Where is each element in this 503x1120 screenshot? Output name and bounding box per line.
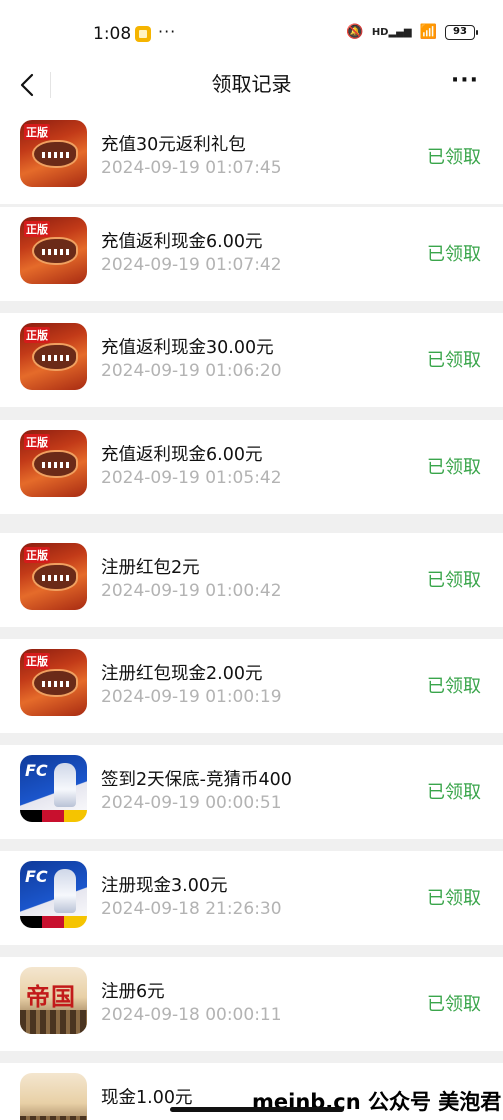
record-row[interactable]: 正版充值返利现金30.00元 2024-09-19 01:06:20 已领取	[0, 313, 503, 407]
record-title: 充值返利现金30.00元	[101, 338, 274, 358]
game-icon-label: 正版	[24, 124, 50, 140]
nav-bar: 领取记录 ···	[0, 60, 503, 110]
claimed-status: 已领取	[427, 147, 481, 168]
record-row[interactable]: FC 签到2天保底-竞猜币400 2024-09-19 00:00:51 已领取	[0, 745, 503, 839]
game-icon-label: FC	[25, 761, 48, 780]
record-timestamp: 2024-09-19 00:00:51	[101, 793, 282, 813]
notification-app-icon	[135, 26, 151, 42]
more-options-button[interactable]: ···	[451, 68, 479, 93]
record-title: 签到2天保底-竞猜币400	[101, 770, 292, 790]
page-title: 领取记录	[211, 72, 292, 96]
record-title: 现金1.00元	[101, 1088, 193, 1108]
status-time: 1:08	[93, 24, 132, 44]
empire-game-icon: 帝国	[20, 967, 87, 1034]
claimed-status: 已领取	[427, 457, 481, 478]
record-row[interactable]: 正版充值返利现金6.00元 2024-09-19 01:07:42 已领取	[0, 207, 503, 301]
claimed-status: 已领取	[427, 350, 481, 371]
record-row[interactable]: 正版注册红包2元 2024-09-19 01:00:42 已领取	[0, 533, 503, 627]
claimed-status: 已领取	[427, 994, 481, 1015]
claimed-status: 已领取	[427, 782, 481, 803]
warship-game-icon: 正版	[20, 543, 87, 610]
record-row[interactable]: 正版充值返利现金6.00元 2024-09-19 01:05:42 已领取	[0, 420, 503, 514]
claimed-status: 已领取	[427, 676, 481, 697]
record-timestamp: 2024-09-19 01:06:20	[101, 361, 282, 381]
record-row[interactable]: 正版充值30元返利礼包 2024-09-19 01:07:45 已领取	[0, 110, 503, 204]
status-bar: 1:08 ··· 🔕 HD▂▄▆ 📶 93	[0, 0, 503, 60]
fc-game-icon: FC	[20, 861, 87, 928]
game-icon-label: 正版	[24, 547, 50, 563]
record-timestamp: 2024-09-18 00:00:11	[101, 1005, 282, 1025]
record-title: 充值30元返利礼包	[101, 135, 246, 155]
record-timestamp: 2024-09-18 21:26:30	[101, 899, 282, 919]
signal-icon: HD▂▄▆	[371, 26, 412, 38]
game-icon-label: 正版	[24, 434, 50, 450]
mute-icon: 🔕	[346, 24, 364, 40]
record-timestamp: 2024-09-19 01:00:42	[101, 581, 282, 601]
claimed-status: 已领取	[427, 888, 481, 909]
game-icon-label: 正版	[24, 221, 50, 237]
game-icon-label: 帝国	[26, 983, 76, 1011]
record-title: 注册现金3.00元	[101, 876, 228, 896]
warship-game-icon: 正版	[20, 217, 87, 284]
warship-game-icon: 正版	[20, 323, 87, 390]
fc-game-icon: FC	[20, 755, 87, 822]
record-title: 注册6元	[101, 982, 165, 1002]
record-timestamp: 2024-09-19 01:07:45	[101, 158, 282, 178]
empire-game-icon	[20, 1073, 87, 1120]
warship-game-icon: 正版	[20, 430, 87, 497]
home-indicator	[170, 1107, 344, 1112]
claimed-status: 已领取	[427, 570, 481, 591]
record-timestamp: 2024-09-19 01:07:42	[101, 255, 282, 275]
wifi-icon: 📶	[419, 24, 437, 40]
record-row[interactable]: 正版注册红包现金2.00元 2024-09-19 01:00:19 已领取	[0, 639, 503, 733]
battery-icon: 93	[445, 24, 478, 40]
record-row[interactable]: 帝国 注册6元 2024-09-18 00:00:11 已领取	[0, 957, 503, 1051]
status-indicators: 🔕 HD▂▄▆ 📶 93	[346, 24, 478, 40]
record-title: 注册红包2元	[101, 558, 200, 578]
record-row[interactable]: FC 注册现金3.00元 2024-09-18 21:26:30 已领取	[0, 851, 503, 945]
record-title: 注册红包现金2.00元	[101, 664, 263, 684]
warship-game-icon: 正版	[20, 649, 87, 716]
record-timestamp: 2024-09-19 01:05:42	[101, 468, 282, 488]
record-title: 充值返利现金6.00元	[101, 445, 263, 465]
status-more-icon: ···	[158, 22, 177, 41]
claimed-status: 已领取	[427, 244, 481, 265]
game-icon-label: 正版	[24, 653, 50, 669]
record-timestamp: 2024-09-19 01:00:19	[101, 687, 282, 707]
game-icon-label: FC	[25, 867, 48, 886]
record-title: 充值返利现金6.00元	[101, 232, 263, 252]
game-icon-label: 正版	[24, 327, 50, 343]
warship-game-icon: 正版	[20, 120, 87, 187]
